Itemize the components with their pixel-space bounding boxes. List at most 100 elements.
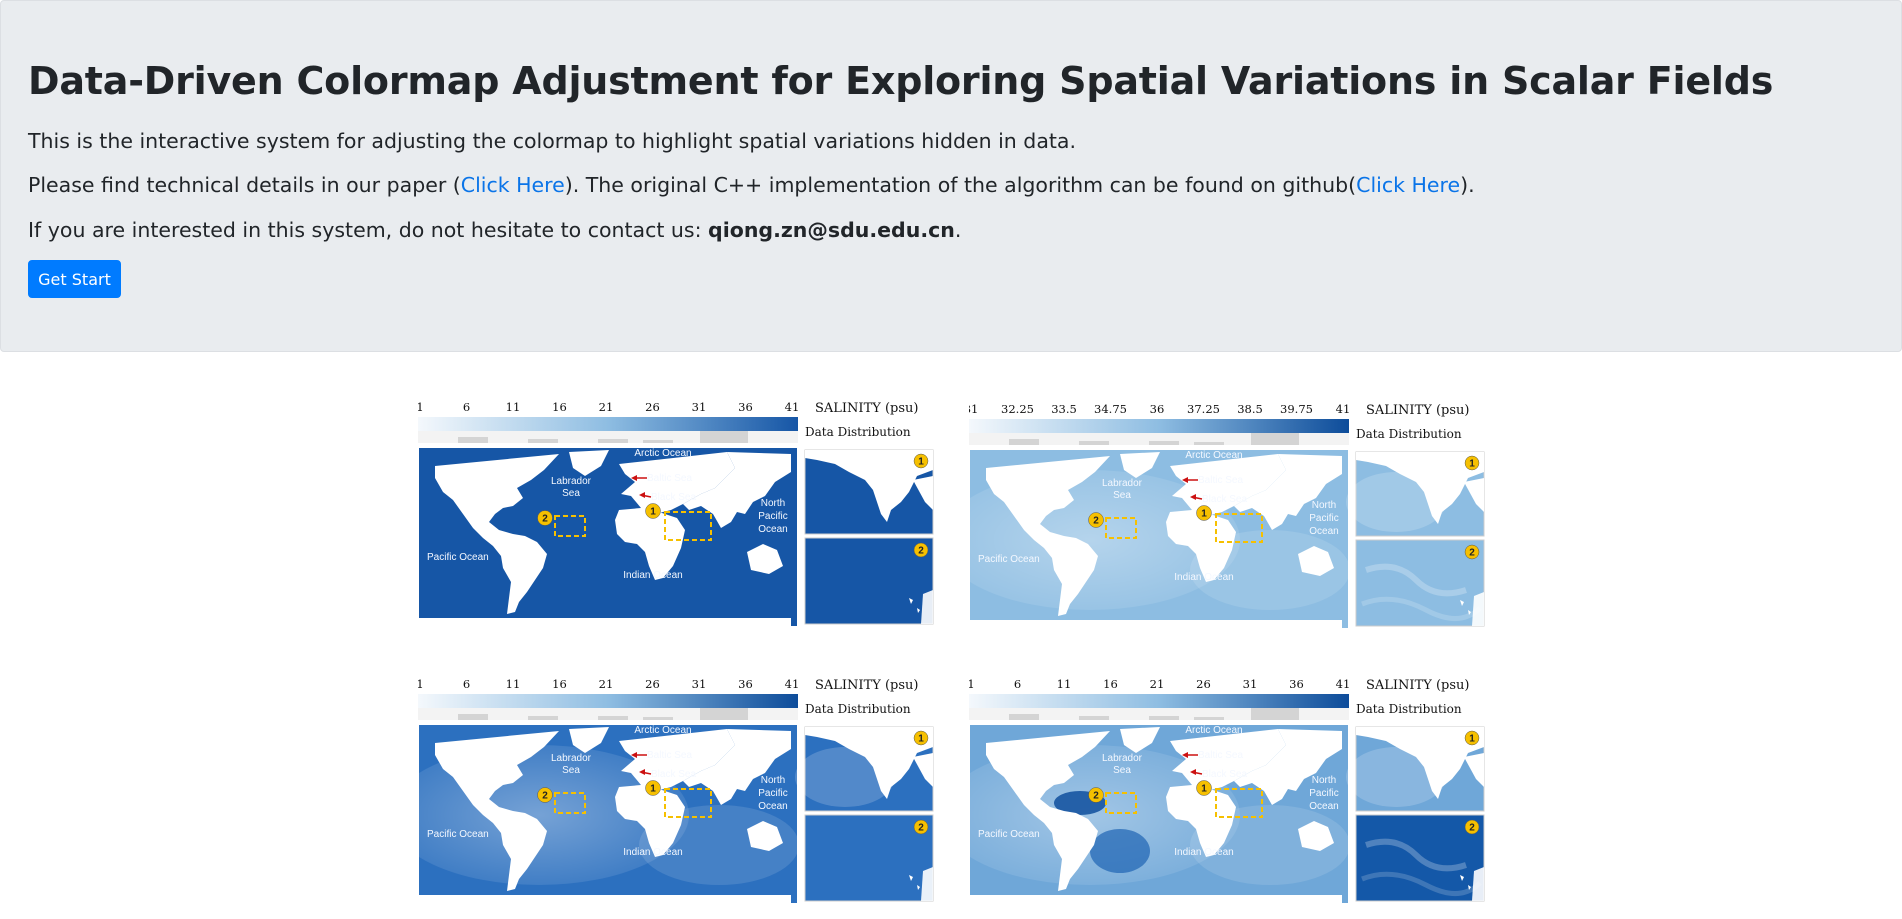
colorbar-tick-label: 36: [1150, 402, 1165, 416]
ocean-label: Pacific Ocean: [427, 552, 489, 563]
colorbar: [969, 694, 1349, 708]
colorbar-tick-label: 36: [1289, 677, 1304, 691]
ocean-label: Sea: [1113, 490, 1131, 501]
histogram-bar: [1079, 716, 1109, 720]
inset-region-1: 1: [1346, 451, 1485, 537]
colorbar: [418, 694, 798, 708]
colorbar-tick-label: 41: [1336, 677, 1351, 691]
ocean-label: Baltic Sea: [647, 750, 692, 761]
histogram-bar: [1251, 708, 1299, 720]
intro-text: This is the interactive system for adjus…: [28, 129, 1077, 153]
region-marker-label: 1: [1469, 459, 1475, 470]
ocean-label: Arctic Ocean: [634, 725, 691, 736]
colorbar-tick-label: 31: [969, 402, 978, 416]
colorbar-tick-label: 16: [552, 400, 567, 414]
ocean-label: North: [1312, 500, 1336, 511]
histogram-bar: [528, 716, 558, 720]
colorbar-tick-label: 38.5: [1237, 402, 1263, 416]
histogram-bar: [643, 440, 673, 443]
histogram-bar: [1149, 716, 1179, 720]
region-marker-label: 1: [1469, 734, 1475, 745]
colorbar-tick-label: 16: [552, 677, 567, 691]
region-marker-label: 1: [1201, 509, 1207, 520]
ocean-label: Pacific Ocean: [978, 829, 1040, 840]
colorbar-title: SALINITY (psu): [1366, 678, 1469, 693]
colorbar-tick-label: 21: [1150, 677, 1165, 691]
ocean-label: Indian Ocean: [623, 570, 683, 581]
colorbar-tick-label: 31: [692, 677, 707, 691]
github-link[interactable]: Click Here: [1356, 173, 1460, 197]
ocean-label: Black Sea: [651, 492, 696, 503]
colorbar-tick-label: 41: [785, 400, 800, 414]
inset-region-1: 1: [1346, 726, 1485, 812]
region-marker-label: 1: [918, 457, 924, 468]
histogram-bar: [528, 439, 558, 443]
ocean-label: Arctic Ocean: [1185, 450, 1242, 461]
colorbar-tick-label: 21: [599, 400, 614, 414]
colorbar-tick-label: 33.5: [1051, 402, 1077, 416]
contact-prefix: If you are interested in this system, do…: [28, 218, 709, 242]
world-map: Arctic Ocean LabradorSea Baltic Sea Black S…: [389, 725, 799, 903]
histogram-bar: [458, 714, 488, 720]
world-map: Arctic Ocean LabradorSea Baltic Sea Black S…: [419, 448, 797, 626]
colorbar-tick-label: 1: [418, 400, 424, 414]
ocean-label: Arctic Ocean: [1185, 725, 1242, 736]
ocean-label: Arctic Ocean: [634, 448, 691, 459]
region-marker-label: 1: [650, 507, 656, 518]
distribution-label: Data Distribution: [1356, 427, 1462, 441]
antarctica-landmass: [419, 895, 791, 903]
ocean-label: Pacific: [1309, 513, 1338, 524]
get-start-button[interactable]: Get Start: [28, 260, 121, 298]
colorbar-tick-label: 1: [418, 677, 424, 691]
ocean-label: North: [761, 498, 785, 509]
colorbar-tick-label: 32.25: [1001, 402, 1034, 416]
antarctica-landmass: [970, 895, 1342, 903]
region-marker-label: 2: [1093, 516, 1099, 527]
map-figure: 31 32.25 33.5 34.75 36 37.25 38.5 39.75 41 SALINI…: [940, 402, 1485, 628]
ocean-label: Black Sea: [651, 769, 696, 780]
atlantic-high-salinity: [1090, 829, 1150, 873]
ocean-label: Pacific Ocean: [978, 554, 1040, 565]
region-marker-label: 1: [650, 784, 656, 795]
colorbar-tick-label: 41: [1336, 402, 1351, 416]
inset-ocean: [804, 537, 934, 625]
colorbar-tick-label: 6: [463, 400, 470, 414]
histogram-bar: [1251, 433, 1299, 445]
colorbar-tick-label: 11: [1057, 677, 1072, 691]
salinity-map-panel: 31 32.25 33.5 34.75 36 37.25 38.5 39.75 41 SALINI…: [940, 400, 1509, 640]
colorbar-tick-label: 1: [969, 677, 975, 691]
ocean-label: Sea: [1113, 765, 1131, 776]
region-marker-label: 2: [542, 791, 548, 802]
inset-region-2: 2: [1355, 814, 1485, 902]
colorbar-tick-label: 37.25: [1187, 402, 1220, 416]
region-marker-label: 2: [918, 823, 924, 834]
colorbar: [418, 417, 798, 431]
map-figure: 1 6 11 16 21 26 31 36 41 SALINITY (psu)Data Distr…: [940, 677, 1485, 903]
antarctica-landmass: [970, 620, 1342, 628]
ocean-label: Black Sea: [1202, 494, 1247, 505]
colorbar-tick-label: 16: [1103, 677, 1118, 691]
region-marker-label: 2: [1469, 823, 1475, 834]
paper-mid: ). The original C++ implementation of th…: [564, 173, 1357, 197]
region-marker-label: 1: [918, 734, 924, 745]
colorbar-title: SALINITY (psu): [815, 678, 918, 693]
colorbar-tick-label: 6: [1014, 677, 1021, 691]
histogram-bar: [1009, 714, 1039, 720]
paper-link[interactable]: Click Here: [461, 173, 565, 197]
histogram-bar: [1194, 442, 1224, 445]
colorbar-tick-label: 39.75: [1280, 402, 1313, 416]
colorbar-title: SALINITY (psu): [815, 401, 918, 416]
histogram-bar: [598, 716, 628, 720]
colorbar-tick-label: 26: [645, 677, 660, 691]
map-figure: 1 6 11 16 21 26 31 36 41 SALINITY (psu)Data Distr…: [389, 677, 934, 903]
colorbar-tick-label: 41: [785, 677, 800, 691]
ocean-label: Baltic Sea: [1198, 750, 1243, 761]
world-map: Arctic Ocean LabradorSea Baltic Sea Black S…: [940, 450, 1350, 628]
ocean-label: Baltic Sea: [1198, 475, 1243, 486]
histogram-bar: [700, 708, 748, 720]
ocean-label: Labrador: [551, 753, 592, 764]
inset-region-2: 2: [804, 814, 934, 902]
ocean-label: Indian Ocean: [623, 847, 683, 858]
contact-text: If you are interested in this system, do…: [28, 218, 961, 242]
paper-text: Please find technical details in our pap…: [28, 173, 1475, 197]
